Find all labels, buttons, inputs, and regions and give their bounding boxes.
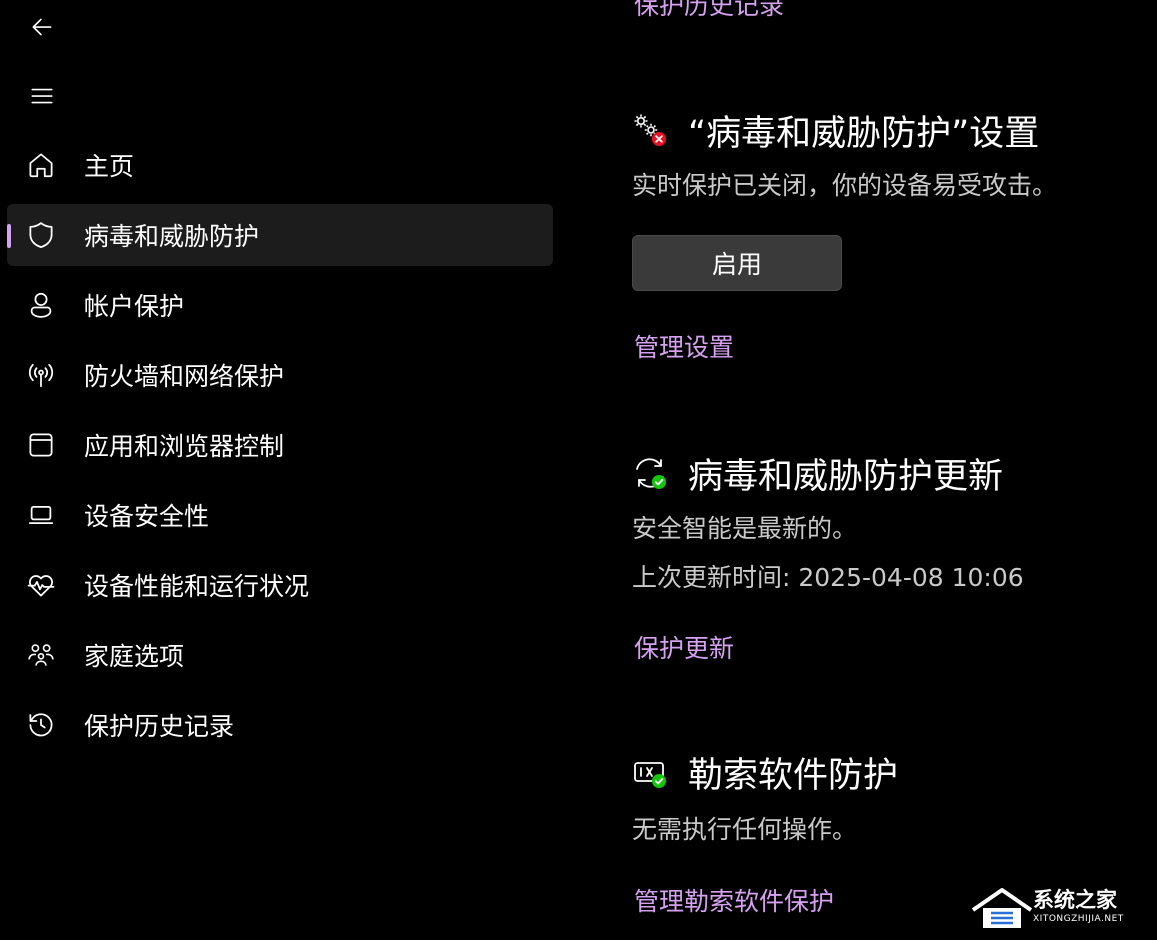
nav-item-firewall-network[interactable]: 防火墙和网络保护: [7, 344, 553, 406]
nav-label: 家庭选项: [84, 642, 185, 671]
updates-section-header: 病毒和威胁防护更新: [632, 451, 1003, 497]
app-window-icon: [25, 429, 57, 461]
family-icon: [25, 639, 57, 671]
ransomware-status: 无需执行任何操作。: [632, 815, 858, 844]
protection-updates-link[interactable]: 保护更新: [634, 629, 734, 665]
realtime-protection-status: 实时保护已关闭，你的设备易受攻击。: [632, 171, 1058, 200]
watermark: 系统之家 XITONGZHIJIA.NET: [971, 884, 1149, 934]
ransomware-check-icon: [632, 754, 668, 790]
shield-icon: [25, 219, 57, 251]
house-logo-icon: [971, 888, 1033, 928]
nav-label: 设备性能和运行状况: [84, 572, 310, 601]
laptop-icon: [25, 499, 57, 531]
manage-ransomware-protection-link[interactable]: 管理勒索软件保护: [634, 882, 834, 918]
protection-history-link[interactable]: 保护历史记录: [634, 0, 784, 22]
back-arrow-icon: [32, 18, 52, 36]
nav-item-account-protection[interactable]: 帐户保护: [7, 274, 553, 336]
nav-item-device-security[interactable]: 设备安全性: [7, 484, 553, 546]
ransomware-title: 勒索软件防护: [688, 755, 899, 796]
person-icon: [25, 289, 57, 321]
security-intelligence-status: 安全智能是最新的。: [632, 514, 858, 543]
menu-button[interactable]: [22, 76, 62, 116]
ransomware-section-header: 勒索软件防护: [632, 750, 898, 796]
updates-title: 病毒和威胁防护更新: [688, 456, 1004, 497]
sync-check-icon: [632, 455, 668, 491]
enable-button[interactable]: 启用: [632, 235, 842, 291]
watermark-subtext: XITONGZHIJIA.NET: [1033, 914, 1124, 924]
nav-label: 应用和浏览器控制: [84, 432, 285, 461]
last-update-time: 上次更新时间: 2025-04-08 10:06: [632, 563, 1024, 592]
nav-item-app-browser-control[interactable]: 应用和浏览器控制: [7, 414, 553, 476]
home-icon: [25, 149, 57, 181]
nav-label: 保护历史记录: [84, 712, 235, 741]
nav-label: 主页: [84, 152, 135, 181]
wireless-antenna-icon: [25, 359, 57, 391]
nav-label: 防火墙和网络保护: [84, 362, 285, 391]
nav-item-protection-history[interactable]: 保护历史记录: [7, 694, 553, 756]
manage-settings-link[interactable]: 管理设置: [634, 328, 734, 364]
hamburger-menu-icon: [31, 88, 53, 104]
nav-label: 设备安全性: [84, 502, 210, 531]
nav-item-virus-threat-protection[interactable]: 病毒和威胁防护: [7, 204, 553, 266]
nav-item-home[interactable]: 主页: [7, 134, 553, 196]
watermark-text: 系统之家: [1033, 888, 1117, 912]
nav-label: 帐户保护: [84, 292, 185, 321]
nav-item-device-performance[interactable]: 设备性能和运行状况: [7, 554, 553, 616]
history-icon: [25, 709, 57, 741]
heart-pulse-icon: [25, 569, 57, 601]
selected-indicator: [7, 224, 11, 248]
settings-title: “病毒和威胁防护”设置: [688, 113, 1040, 154]
back-button[interactable]: [22, 7, 62, 47]
navigation-menu: 主页 病毒和威胁防护 帐户保护 防火墙和网络保护 应用和浏览器控制 设备安全性 …: [7, 134, 553, 764]
nav-item-family-options[interactable]: 家庭选项: [7, 624, 553, 686]
windows-security-window: 主页 病毒和威胁防护 帐户保护 防火墙和网络保护 应用和浏览器控制 设备安全性 …: [0, 0, 1157, 940]
settings-section-header: “病毒和威胁防护”设置: [632, 108, 1039, 154]
nav-label: 病毒和威胁防护: [84, 222, 260, 251]
settings-gears-error-icon: [632, 112, 668, 148]
